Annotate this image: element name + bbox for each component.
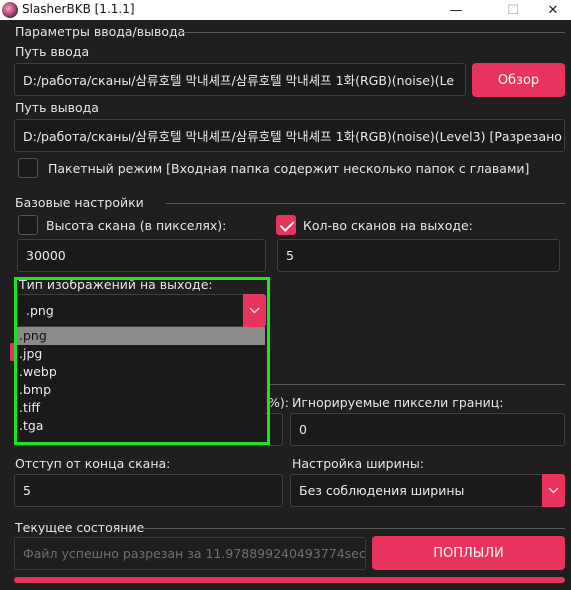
image-type-option[interactable]: .tga — [17, 417, 265, 435]
close-button[interactable]: ✕ — [530, 0, 571, 20]
hidden-checkbox-edge — [10, 343, 16, 361]
app-logo-icon — [2, 2, 18, 18]
image-type-option[interactable]: .bmp — [17, 381, 265, 399]
title-bar: SlasherBKB [1.1.1] — ☐ ✕ — [0, 0, 571, 20]
browse-button[interactable]: Обзор — [472, 63, 565, 97]
image-type-option[interactable]: .jpg — [17, 345, 265, 363]
input-path-label: Путь ввода — [15, 44, 90, 59]
window-title: SlasherBKB [1.1.1] — [22, 2, 135, 16]
image-type-dropdown-list: .png .jpg .webp .bmp .tiff .tga — [17, 327, 265, 440]
start-button[interactable]: ПОПЛЫЛИ — [372, 536, 565, 570]
image-type-value: .png — [26, 303, 54, 318]
width-setting-label: Настройка ширины: — [292, 456, 424, 471]
batch-mode-label: Пакетный режим [Входная папка содержит н… — [48, 161, 530, 176]
height-checkbox[interactable] — [18, 215, 38, 235]
output-path-label: Путь вывода — [15, 100, 99, 115]
advanced-group-divider — [270, 384, 565, 385]
height-input[interactable]: 30000 — [17, 239, 266, 272]
status-group-divider — [140, 528, 565, 529]
offset-input[interactable]: 5 — [14, 474, 283, 507]
image-type-option[interactable]: .png — [17, 327, 265, 345]
width-setting-select[interactable]: Без соблюдения ширины — [290, 474, 565, 507]
height-label: Высота скана (в пикселях): — [46, 218, 227, 233]
ignore-border-label: Игнорируемые пиксели границ: — [292, 395, 504, 410]
basic-group-divider — [166, 203, 565, 204]
image-type-option[interactable]: .webp — [17, 363, 265, 381]
progress-bar — [14, 577, 565, 583]
batch-mode-checkbox[interactable] — [18, 158, 38, 178]
chevron-down-icon[interactable] — [542, 474, 565, 507]
output-path-field[interactable]: D:/работа/сканы/삼류호텔 막내셰프/삼류호텔 막내셰프 1화(R… — [14, 119, 565, 152]
count-label: Кол-во сканов на выходе: — [303, 218, 473, 233]
ignore-border-input[interactable]: 0 — [290, 413, 565, 446]
io-group-divider — [180, 32, 565, 33]
chevron-down-icon[interactable] — [243, 294, 266, 327]
status-message: Файл успешно разрезан за 11.978899240493… — [14, 537, 366, 570]
image-type-label: Тип изображений на выходе: — [19, 277, 213, 292]
image-type-option[interactable]: .tiff — [17, 399, 265, 417]
hidden-label-tail: %): — [268, 395, 289, 410]
width-setting-value: Без соблюдения ширины — [299, 483, 465, 498]
offset-label: Отступ от конца скана: — [15, 456, 171, 471]
status-group-title: Текущее состояние — [15, 520, 145, 535]
io-group-title: Параметры ввода/вывода — [15, 24, 186, 39]
image-type-select[interactable]: .png — [17, 294, 266, 327]
basic-group-title: Базовые настройки — [15, 195, 144, 210]
input-path-field[interactable]: D:/работа/сканы/삼류호텔 막내셰프/삼류호텔 막내셰프 1화(R… — [14, 63, 466, 96]
minimize-button[interactable]: — — [433, 0, 479, 20]
count-checkbox[interactable] — [276, 215, 296, 235]
count-input[interactable]: 5 — [277, 239, 560, 272]
